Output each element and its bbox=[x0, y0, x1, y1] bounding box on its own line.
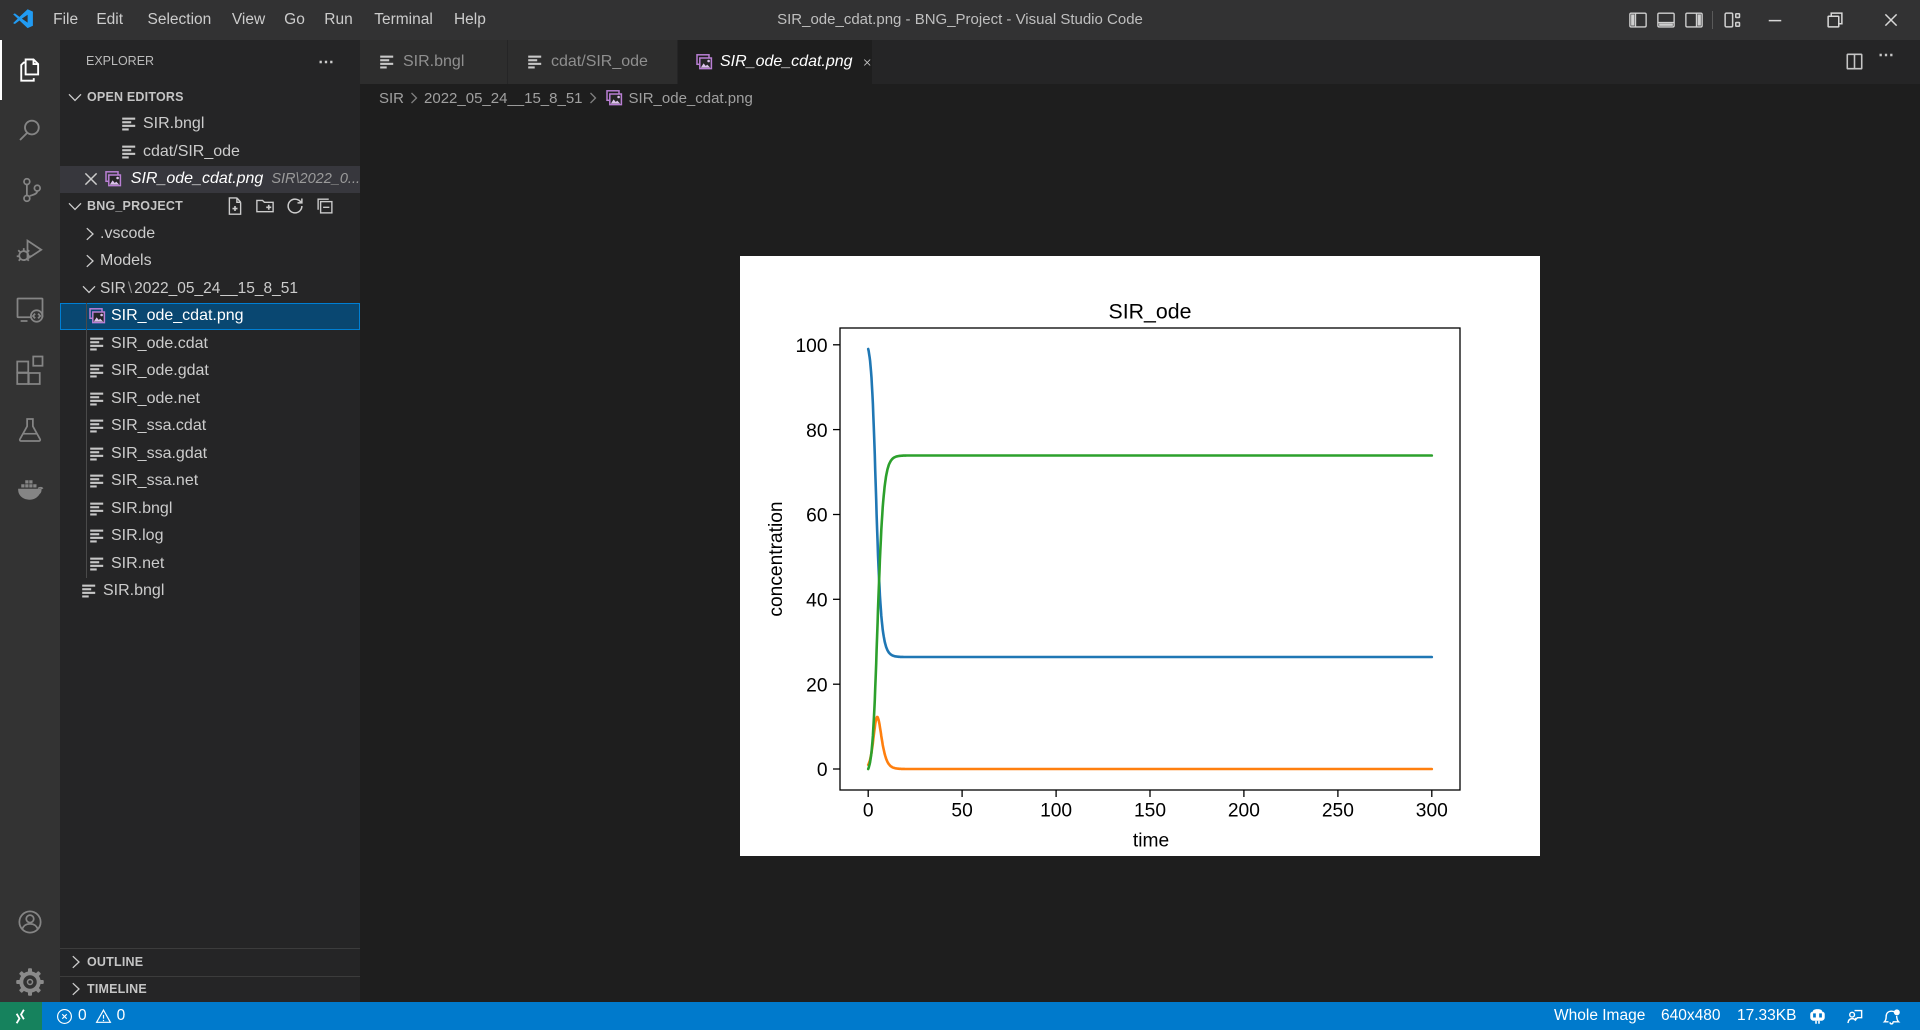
svg-text:0: 0 bbox=[863, 801, 874, 822]
svg-text:60: 60 bbox=[806, 506, 827, 527]
svg-text:200: 200 bbox=[1228, 801, 1260, 822]
svg-text:40: 40 bbox=[806, 591, 827, 612]
svg-text:250: 250 bbox=[1322, 801, 1354, 822]
svg-text:100: 100 bbox=[1040, 801, 1072, 822]
svg-text:time: time bbox=[1133, 831, 1169, 852]
svg-text:50: 50 bbox=[951, 801, 972, 822]
svg-text:0: 0 bbox=[817, 760, 828, 781]
svg-text:SIR_ode: SIR_ode bbox=[1109, 300, 1192, 324]
svg-text:150: 150 bbox=[1134, 801, 1166, 822]
svg-text:concentration: concentration bbox=[766, 501, 787, 616]
svg-text:80: 80 bbox=[806, 421, 827, 442]
svg-text:20: 20 bbox=[806, 675, 827, 696]
svg-text:300: 300 bbox=[1416, 801, 1448, 822]
svg-text:100: 100 bbox=[795, 336, 827, 357]
